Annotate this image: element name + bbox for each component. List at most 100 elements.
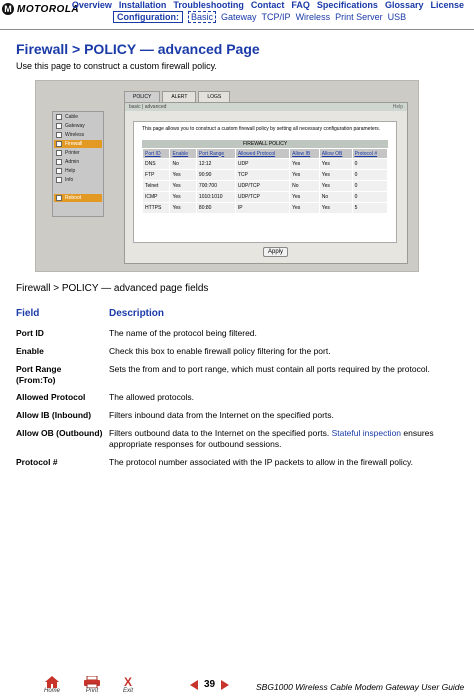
- field-description: Filters inbound data from the Internet o…: [109, 410, 334, 420]
- cell-allow-ob: Yes: [318, 180, 353, 192]
- cell-port-range: 1010:1010: [195, 191, 236, 203]
- nav-usb[interactable]: USB: [388, 12, 407, 22]
- field-description: The allowed protocols.: [109, 392, 195, 402]
- motorola-logo-text: MOTOROLA: [17, 3, 80, 15]
- prev-arrow-icon[interactable]: [190, 679, 198, 690]
- field-name: Enable: [16, 346, 44, 356]
- cell-allowed-protocol: TCP: [234, 169, 291, 181]
- cell-allow-ob: Yes: [318, 158, 353, 170]
- cell-allow-ib: Yes: [289, 191, 320, 203]
- nav-basic[interactable]: Basic: [188, 11, 217, 23]
- cell-protocol-number: 5: [351, 202, 389, 214]
- field-description: Sets the from and to port range, which m…: [109, 364, 430, 374]
- home-label: Home: [44, 688, 61, 694]
- print-icon: [84, 676, 100, 688]
- cell-allow-ob: Yes: [318, 169, 353, 181]
- field-description: Filters outbound data to the Internet on…: [109, 428, 434, 449]
- checkbox-icon: [56, 150, 62, 156]
- cell-protocol-number: 0: [351, 191, 389, 203]
- cell-allow-ob: Yes: [318, 202, 353, 214]
- field-name: Allow IB (Inbound): [16, 410, 92, 420]
- field-name: Allowed Protocol: [16, 392, 86, 402]
- print-button[interactable]: Print: [84, 676, 100, 694]
- checkbox-icon: [56, 114, 62, 120]
- apply-button: Apply: [263, 247, 289, 257]
- col-allowed-protocol: Allowed Protocol: [234, 148, 291, 159]
- cell-enable: Yes: [169, 202, 197, 214]
- cell-allowed-protocol: UDP: [234, 158, 291, 170]
- cell-enable: Yes: [169, 191, 197, 203]
- print-label: Print: [85, 688, 99, 694]
- firewall-policy-description: This page allows you to construct a cust…: [142, 126, 381, 132]
- screenshot-tabs: POLICY ALERT LOGS: [124, 91, 408, 102]
- cell-port-id: ICMP: [141, 191, 171, 203]
- nav-print-server[interactable]: Print Server: [335, 12, 383, 22]
- description-column-header: Description: [109, 308, 165, 319]
- firewall-table-body: DNS No 12:12 UDP Yes Yes 0 FTP Yes 90:90 TCP Yes Yes…: [141, 158, 389, 214]
- cell-port-range: 90:90: [195, 169, 236, 181]
- cell-port-id: HTTPS: [141, 202, 171, 214]
- basic-advanced-toggle: basic | advanced: [129, 104, 167, 110]
- pager: 39: [190, 679, 230, 690]
- home-button[interactable]: Home: [44, 676, 60, 694]
- cell-allowed-protocol: UDP/TCP: [234, 191, 291, 203]
- motorola-logo-mark: M: [2, 3, 14, 15]
- field-name: Port ID: [16, 328, 44, 338]
- configuration-label: Configuration:: [113, 11, 183, 23]
- cell-port-id: FTP: [141, 169, 171, 181]
- tab-alert: ALERT: [162, 91, 197, 102]
- col-allow-ib: Allow IB: [289, 148, 320, 159]
- fields-section-title: Firewall > POLICY — advanced page fields: [16, 283, 209, 294]
- cell-port-id: DNS: [141, 158, 171, 170]
- sidebar-item-wireless: Wireless: [54, 131, 102, 139]
- col-port-range: Port Range: [195, 148, 236, 159]
- tab-policy: POLICY: [124, 91, 161, 102]
- sidebar-item-help: Help: [54, 167, 102, 175]
- top-navigation: Overview Installation Troubleshooting Co…: [72, 0, 464, 10]
- firewall-table-row: ICMP Yes 1010:1010 UDP/TCP Yes No 0: [141, 191, 389, 203]
- checkbox-icon: [56, 123, 62, 129]
- firewall-table-header: Port ID Enable Port Range Allowed Protoc…: [141, 148, 389, 159]
- checkbox-icon: [56, 177, 62, 183]
- cell-allow-ib: No: [289, 180, 320, 192]
- firewall-policy-box: This page allows you to construct a cust…: [133, 121, 397, 243]
- sidebar-item-gateway: Gateway: [54, 122, 102, 130]
- configuration-navigation: Configuration: Basic Gateway TCP/IP Wire…: [113, 11, 406, 23]
- firewall-table-row: Telnet Yes 700:700 UDP/TCP No Yes 0: [141, 180, 389, 192]
- sidebar-item-blank: [54, 185, 102, 193]
- cell-protocol-number: 0: [351, 169, 389, 181]
- sidebar-item-admin: Admin: [54, 158, 102, 166]
- cell-allowed-protocol: UDP/TCP: [234, 180, 291, 192]
- field-description: The name of the protocol being filtered.: [109, 328, 257, 338]
- cell-enable: Yes: [169, 180, 197, 192]
- nav-tcpip[interactable]: TCP/IP: [262, 12, 291, 22]
- sidebar-item-info: Info: [54, 176, 102, 184]
- cell-allow-ob: No: [318, 191, 353, 203]
- nav-overview[interactable]: Overview: [72, 0, 112, 10]
- field-description: The protocol number associated with the …: [109, 457, 413, 467]
- header-divider: [0, 29, 474, 30]
- next-arrow-icon[interactable]: [221, 679, 230, 690]
- nav-gateway[interactable]: Gateway: [221, 12, 257, 22]
- cell-allow-ib: Yes: [289, 158, 320, 170]
- nav-troubleshooting[interactable]: Troubleshooting: [173, 0, 244, 10]
- nav-wireless[interactable]: Wireless: [296, 12, 331, 22]
- page-title: Firewall > POLICY — advanced Page: [16, 41, 260, 57]
- tab-logs: LOGS: [198, 91, 231, 102]
- cell-enable: Yes: [169, 169, 197, 181]
- exit-button[interactable]: X Exit: [123, 676, 133, 694]
- cell-protocol-number: 0: [351, 158, 389, 170]
- firewall-policy-title: FIREWALL POLICY: [142, 140, 388, 148]
- screenshot-panel-header: basic | advanced Help: [125, 103, 407, 111]
- col-port-id: Port ID: [141, 148, 171, 159]
- field-description: Check this box to enable firewall policy…: [109, 346, 331, 356]
- stateful-inspection-link[interactable]: Stateful inspection: [332, 428, 401, 438]
- nav-contact[interactable]: Contact: [251, 0, 285, 10]
- field-name: Port Range (From:To): [16, 364, 62, 385]
- nav-license[interactable]: License: [430, 0, 464, 10]
- nav-faq[interactable]: FAQ: [291, 0, 310, 10]
- nav-installation[interactable]: Installation: [119, 0, 167, 10]
- nav-glossary[interactable]: Glossary: [385, 0, 424, 10]
- nav-specifications[interactable]: Specifications: [317, 0, 378, 10]
- screenshot-sidebar: Cable Gateway Wireless Firewall Printer …: [52, 111, 104, 217]
